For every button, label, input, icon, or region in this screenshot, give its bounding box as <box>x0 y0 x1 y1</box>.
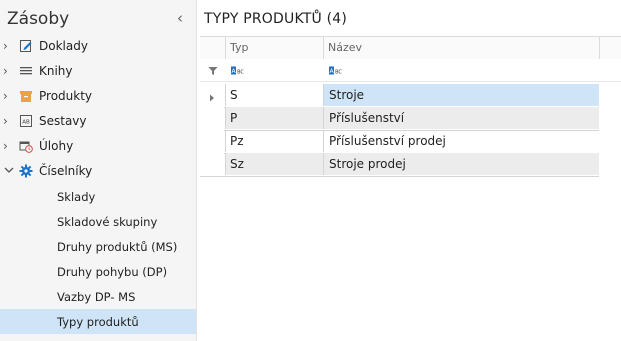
column-header-typ[interactable]: Typ <box>225 37 323 59</box>
sidebar-item-label: Číselníky <box>39 164 93 178</box>
task-clock-icon <box>19 139 33 153</box>
sidebar-subitem-skladove-skupiny[interactable]: Skladové skupiny <box>0 209 196 234</box>
sidebar-item-ulohy[interactable]: › Úlohy <box>0 134 196 159</box>
sidebar-subitem-vazby[interactable]: Vazby DP- MS <box>0 284 196 309</box>
sidebar-title: Zásoby <box>7 9 70 29</box>
chevron-down-icon[interactable] <box>3 163 15 177</box>
sidebar-subitem-label: Druhy pohybu (DP) <box>57 265 168 279</box>
filter-row: A BC A BC <box>200 59 621 82</box>
sidebar: Zásoby ‹ › Doklady › Knihy › Produkty › … <box>0 0 197 341</box>
table-row[interactable]: Pz Příslušenství prodej <box>200 130 621 154</box>
table-row[interactable]: Sz Stroje prodej <box>200 153 621 177</box>
sidebar-item-label: Úlohy <box>39 139 74 153</box>
sidebar-item-sestavy[interactable]: › AB Sestavy <box>0 109 196 134</box>
column-header-spacer <box>599 37 621 59</box>
cell-typ[interactable]: Pz <box>225 130 323 152</box>
page-title: TYPY PRODUKTŮ (4) <box>204 11 348 27</box>
sidebar-subitem-druhy-produktu[interactable]: Druhy produktů (MS) <box>0 234 196 259</box>
chevron-right-icon[interactable]: › <box>3 89 15 103</box>
column-header-nazev[interactable]: Název <box>323 37 599 59</box>
sidebar-item-label: Produkty <box>39 89 93 103</box>
svg-text:AB: AB <box>22 120 30 126</box>
cell-nazev[interactable]: Příslušenství prodej <box>323 130 599 152</box>
svg-text:BC: BC <box>335 70 342 76</box>
text-abc-icon[interactable]: A BC <box>329 65 343 76</box>
chevron-right-icon[interactable]: › <box>3 64 15 78</box>
sidebar-item-label: Knihy <box>39 64 73 78</box>
gear-icon <box>19 164 33 178</box>
grid-header: Typ Název <box>200 36 621 60</box>
sidebar-item-label: Doklady <box>39 39 88 53</box>
sidebar-header: Zásoby ‹ <box>0 0 196 36</box>
sidebar-item-produkty[interactable]: › Produkty <box>0 84 196 109</box>
column-header-label: Typ <box>230 41 249 54</box>
chevron-right-icon[interactable]: › <box>3 114 15 128</box>
box-icon <box>19 89 33 103</box>
chevron-left-icon[interactable]: ‹ <box>172 8 188 28</box>
sidebar-subitem-typy-produktu[interactable]: Typy produktů <box>0 309 196 334</box>
row-cells: S Stroje <box>200 84 599 108</box>
edit-document-icon <box>19 39 33 53</box>
sidebar-subitem-sklady[interactable]: Sklady <box>0 184 196 209</box>
sidebar-subitem-druhy-pohybu[interactable]: Druhy pohybu (DP) <box>0 259 196 284</box>
main-panel: TYPY PRODUKTŮ (4) Typ Název A BC A BC S … <box>197 0 621 341</box>
report-ab-icon: AB <box>19 114 33 128</box>
cell-nazev[interactable]: Příslušenství <box>323 107 599 129</box>
column-header-label: Název <box>328 41 363 54</box>
chevron-right-icon[interactable]: › <box>3 39 15 53</box>
filter-icon <box>208 65 218 75</box>
sidebar-item-knihy[interactable]: › Knihy <box>0 59 196 84</box>
cell-typ[interactable]: P <box>225 107 323 129</box>
cell-nazev[interactable]: Stroje prodej <box>323 153 599 175</box>
sidebar-subitem-label: Vazby DP- MS <box>57 290 136 304</box>
data-grid: Typ Název A BC A BC S Stroje P Příslušen… <box>200 36 621 177</box>
cell-typ[interactable]: S <box>225 84 323 106</box>
sidebar-subitem-label: Sklady <box>57 190 96 204</box>
row-cells: Sz Stroje prodej <box>200 153 599 177</box>
chevron-right-icon[interactable]: › <box>3 139 15 153</box>
sidebar-subitem-label: Skladové skupiny <box>57 215 158 229</box>
sidebar-subitem-label: Typy produktů <box>57 315 139 329</box>
list-lines-icon <box>19 64 33 78</box>
sidebar-item-ciselniky[interactable]: Číselníky <box>0 159 196 184</box>
table-row[interactable]: P Příslušenství <box>200 107 621 131</box>
sidebar-item-label: Sestavy <box>39 114 87 128</box>
cell-typ[interactable]: Sz <box>225 153 323 175</box>
table-row[interactable]: S Stroje <box>200 84 621 108</box>
sidebar-subitem-label: Druhy produktů (MS) <box>57 240 178 254</box>
text-abc-icon[interactable]: A BC <box>231 65 245 76</box>
sidebar-item-doklady[interactable]: › Doklady <box>0 34 196 59</box>
svg-text:BC: BC <box>237 70 244 76</box>
row-cells: P Příslušenství <box>200 107 599 131</box>
cell-nazev[interactable]: Stroje <box>323 84 599 106</box>
row-cells: Pz Příslušenství prodej <box>200 130 599 154</box>
